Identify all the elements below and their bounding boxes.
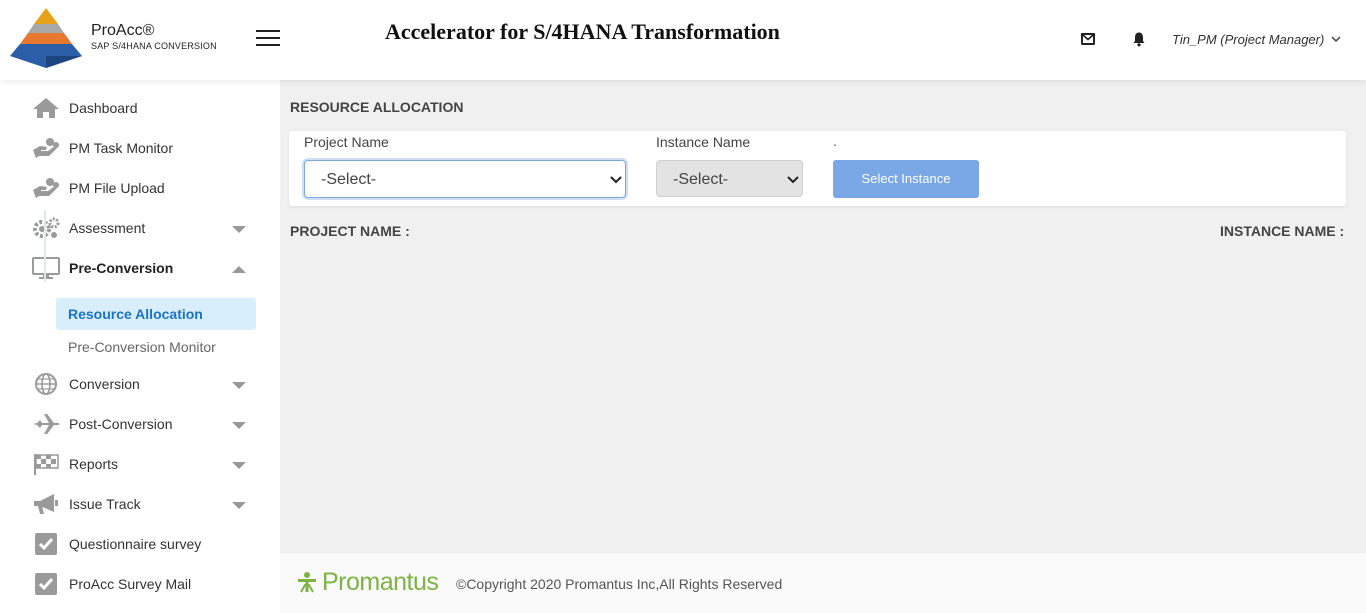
promantus-logo-text: Promantus	[322, 568, 439, 596]
sidebar-item-pm-file-upload[interactable]: PM File Upload	[0, 170, 280, 206]
sidebar-subitem-label: Pre-Conversion Monitor	[68, 339, 216, 355]
sidebar-item-label: Pre-Conversion	[69, 260, 174, 276]
sidebar-subitem-resource-allocation[interactable]: Resource Allocation	[56, 298, 256, 330]
instance-name-info-label: INSTANCE NAME :	[1220, 223, 1345, 239]
sidebar-item-pre-conversion[interactable]: Pre-Conversion	[0, 250, 280, 286]
hand-coins-icon	[33, 138, 59, 158]
chevron-down-icon	[610, 176, 622, 184]
placeholder-dot: .	[833, 133, 837, 149]
instance-name-label: Instance Name	[656, 134, 751, 150]
caret-down-icon[interactable]	[231, 380, 247, 390]
gears-icon	[33, 217, 60, 238]
checkbox-icon	[35, 573, 57, 595]
sidebar-item-label: Reports	[69, 456, 119, 472]
copyright-text: ©Copyright 2020 Promantus Inc,All Rights…	[456, 576, 783, 592]
app-title: Accelerator for S/4HANA Transformation	[385, 19, 780, 44]
logo-title: ProAcc®	[91, 22, 155, 39]
logo-subtitle: SAP S/4HANA CONVERSION	[91, 41, 217, 51]
flag-checkered-icon	[34, 454, 59, 475]
project-name-select-value: -Select-	[321, 171, 377, 188]
sidebar-subitem-pre-conversion-monitor[interactable]: Pre-Conversion Monitor	[56, 331, 256, 363]
globe-icon	[35, 373, 57, 395]
chevron-down-icon	[787, 176, 799, 184]
sidebar-item-post-conversion[interactable]: Post-Conversion	[0, 406, 280, 442]
sidebar-item-label: Conversion	[69, 376, 140, 392]
project-name-select[interactable]: -Select-	[304, 160, 626, 198]
mail-icon[interactable]	[1080, 31, 1096, 47]
page-title: RESOURCE ALLOCATION	[290, 99, 464, 115]
sidebar-item-reports[interactable]: Reports	[0, 446, 280, 482]
sidebar-item-label: Assessment	[69, 220, 146, 236]
sidebar-item-assessment[interactable]: Assessment	[0, 210, 280, 246]
sidebar-item-proacc-survey-mail[interactable]: ProAcc Survey Mail	[0, 566, 280, 602]
hamburger-icon[interactable]	[256, 30, 280, 48]
caret-up-icon[interactable]	[231, 264, 247, 274]
sidebar-item-label: Issue Track	[69, 496, 141, 512]
sidebar-item-pm-task-monitor[interactable]: PM Task Monitor	[0, 130, 280, 166]
top-header: ProAcc® SAP S/4HANA CONVERSION Accelerat…	[0, 0, 1366, 80]
instance-name-select-value: -Select-	[673, 171, 729, 188]
caret-down-icon[interactable]	[231, 460, 247, 470]
submenu-guide-line	[44, 210, 46, 282]
project-name-info-label: PROJECT NAME :	[290, 223, 410, 239]
chevron-down-icon[interactable]	[1331, 35, 1341, 43]
footer	[280, 553, 1366, 613]
proacc-pyramid-logo	[10, 8, 82, 68]
caret-down-icon[interactable]	[231, 500, 247, 510]
sidebar-item-questionnaire-survey[interactable]: Questionnaire survey	[0, 526, 280, 562]
instance-name-select[interactable]: -Select-	[656, 160, 803, 197]
checkbox-icon	[35, 533, 57, 555]
bell-icon[interactable]	[1131, 31, 1147, 47]
caret-down-icon[interactable]	[231, 420, 247, 430]
sidebar-item-label: Post-Conversion	[69, 416, 173, 432]
user-menu[interactable]: Tin_PM (Project Manager)	[1172, 32, 1324, 47]
caret-down-icon[interactable]	[231, 224, 247, 234]
project-name-label: Project Name	[304, 134, 389, 150]
sidebar-item-label: ProAcc Survey Mail	[69, 576, 192, 592]
home-icon	[33, 98, 59, 118]
monitor-icon	[32, 257, 60, 279]
megaphone-icon	[34, 494, 58, 514]
select-instance-button[interactable]: Select Instance	[833, 160, 979, 198]
plane-icon	[33, 414, 60, 434]
promantus-logo-icon	[298, 572, 316, 593]
sidebar-item-label: PM File Upload	[69, 180, 165, 196]
hand-coins-icon	[33, 178, 59, 198]
sidebar-item-label: Dashboard	[69, 100, 138, 116]
sidebar-item-label: Questionnaire survey	[69, 536, 202, 552]
sidebar-item-dashboard[interactable]: Dashboard	[0, 90, 280, 126]
sidebar-subitem-label: Resource Allocation	[68, 306, 203, 322]
sidebar-item-conversion[interactable]: Conversion	[0, 366, 280, 402]
sidebar-item-issue-track[interactable]: Issue Track	[0, 486, 280, 522]
sidebar-item-label: PM Task Monitor	[69, 140, 173, 156]
